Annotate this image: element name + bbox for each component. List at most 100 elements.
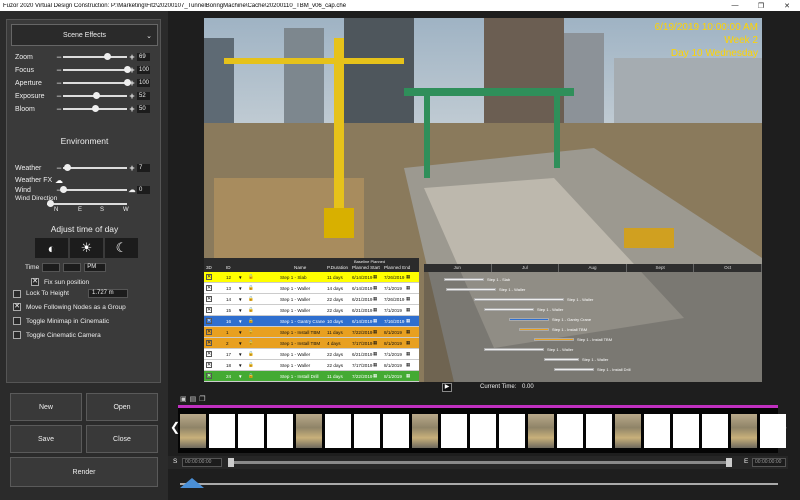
noon-button[interactable]: ☀ <box>70 238 103 258</box>
keyframe-thumbnail[interactable] <box>644 414 670 448</box>
slider-value[interactable]: 52 <box>137 92 150 100</box>
task-3d-checkbox[interactable]: ✕ <box>206 274 212 280</box>
slider-plus-button[interactable]: + <box>127 104 137 114</box>
keyframe-thumbnail[interactable] <box>325 414 351 448</box>
slider-plus-button[interactable]: + <box>127 52 137 62</box>
task-3d-checkbox[interactable]: ✕ <box>206 362 212 368</box>
slider-track[interactable] <box>63 79 131 86</box>
slider-value[interactable]: 100 <box>137 79 150 87</box>
gantt-chart[interactable]: Jun Jul Aug Sept Oct Step 1 - Slab Step 1… <box>424 264 762 382</box>
task-row[interactable]: ✕ 17 ▼ 🔒 Step 1 - Waller 22 days 6/21/2019 ▦ 7/1… <box>204 349 419 360</box>
calendar-icon[interactable]: ▦ <box>406 340 410 346</box>
keyframe-thumbnail[interactable] <box>615 414 641 448</box>
calendar-icon[interactable]: ▦ <box>406 307 410 313</box>
task-3d-checkbox[interactable]: ✕ <box>206 329 212 335</box>
col-id[interactable]: ID <box>226 265 231 270</box>
calendar-icon[interactable]: ▦ <box>373 285 377 291</box>
calendar-icon[interactable]: ▦ <box>373 362 377 368</box>
slider-plus-button[interactable]: + <box>127 91 137 101</box>
gantt-bar[interactable] <box>474 298 564 301</box>
task-row[interactable]: ✕ 24 ▼ 🔒 Step 1 - Install Drill 11 days 7/22/2… <box>204 371 419 382</box>
calendar-icon[interactable]: ▦ <box>373 307 377 313</box>
scene-effects-dropdown[interactable]: Scene Effects ⌄ <box>11 24 158 46</box>
fix-sun-checkbox[interactable]: ✕ <box>31 278 39 286</box>
scrubber-end-handle[interactable] <box>726 458 732 467</box>
calendar-icon[interactable]: ▦ <box>373 351 377 357</box>
calendar-icon[interactable]: ▦ <box>406 351 410 357</box>
keyframe-thumbnail[interactable] <box>470 414 496 448</box>
task-3d-checkbox[interactable]: ✕ <box>206 296 212 302</box>
col-planned-end[interactable]: Planned End <box>384 265 410 270</box>
keyframe-thumbnail[interactable] <box>673 414 699 448</box>
slider-track[interactable] <box>63 92 127 99</box>
gantt-bar[interactable] <box>534 338 574 341</box>
dawn-button[interactable]: ◐ <box>35 238 68 258</box>
calendar-icon[interactable]: ▦ <box>373 318 377 324</box>
lock-height-input[interactable]: 1.727 m <box>88 289 128 298</box>
weather-slider-knob[interactable] <box>64 164 72 171</box>
gantt-bar[interactable] <box>484 348 544 351</box>
wind-direction-slider[interactable] <box>47 200 127 207</box>
task-row[interactable]: ✕ 13 ▼ 🔒 Step 1 - Waller 14 days 6/14/2019 ▦ 7/1… <box>204 283 419 294</box>
task-row[interactable]: ✕ 1 ▼ 🔒 Step 1 - Install TBM 11 days 7/22/2019… <box>204 327 419 338</box>
wind-value[interactable]: 0 <box>137 186 150 194</box>
keyframe-thumbnail[interactable] <box>238 414 264 448</box>
col-name[interactable]: Name <box>294 265 306 270</box>
open-button[interactable]: Open <box>86 393 158 421</box>
gantt-bar[interactable] <box>554 368 594 371</box>
wind-slider[interactable] <box>60 186 127 193</box>
time-ampm-select[interactable]: PM <box>84 263 107 272</box>
calendar-icon[interactable]: ▦ <box>373 373 377 379</box>
calendar-icon[interactable]: ▦ <box>373 274 377 280</box>
wind-slider-knob[interactable] <box>60 186 67 193</box>
move-group-checkbox[interactable]: ✕ <box>13 303 21 311</box>
calendar-icon[interactable]: ▦ <box>373 296 377 302</box>
night-button[interactable]: ☾ <box>105 238 138 258</box>
task-3d-checkbox[interactable]: ✕ <box>206 340 212 346</box>
calendar-icon[interactable]: ▦ <box>406 362 410 368</box>
keyframe-thumbnail[interactable] <box>383 414 409 448</box>
weather-value[interactable]: 7 <box>137 164 150 172</box>
slider-value[interactable]: 100 <box>137 66 150 74</box>
gantt-bar[interactable] <box>484 308 534 311</box>
slider-minus-button[interactable]: − <box>55 52 63 62</box>
wind-icon[interactable]: ☁ <box>127 186 137 194</box>
scrubber-track[interactable] <box>228 458 732 467</box>
slider-minus-button[interactable]: − <box>55 104 63 114</box>
keyframe-thumbnail[interactable] <box>499 414 525 448</box>
keyframe-thumbnail[interactable] <box>557 414 583 448</box>
gantt-bar[interactable] <box>446 288 496 291</box>
weather-minus-button[interactable]: − <box>55 163 63 173</box>
col-planned-start[interactable]: Planned Start <box>352 265 380 270</box>
slider-track[interactable] <box>63 66 131 73</box>
gantt-bar[interactable] <box>519 328 549 331</box>
new-button[interactable]: New <box>10 393 82 421</box>
calendar-icon[interactable]: ▦ <box>406 318 410 324</box>
close-button[interactable]: Close <box>86 425 158 453</box>
keyframe-thumbnail[interactable] <box>209 414 235 448</box>
slider-minus-button[interactable]: − <box>55 91 63 101</box>
time-minute-input[interactable] <box>63 263 82 272</box>
calendar-icon[interactable]: ▦ <box>406 329 410 335</box>
task-row[interactable]: ✕ 14 ▼ 🔒 Step 1 - Waller 22 days 6/21/2019 ▦ 7/2… <box>204 294 419 305</box>
weather-slider[interactable] <box>63 164 127 171</box>
gantt-bar[interactable] <box>544 358 579 361</box>
render-button[interactable]: Render <box>10 457 158 487</box>
cloud-icon[interactable]: ☁ <box>55 176 63 185</box>
task-3d-checkbox[interactable]: ✕ <box>206 307 212 313</box>
wind-direction-knob[interactable] <box>47 200 54 207</box>
task-3d-checkbox[interactable]: ✕ <box>206 373 212 379</box>
weather-plus-button[interactable]: + <box>127 163 137 173</box>
keyframe-thumbnail[interactable] <box>702 414 728 448</box>
task-row[interactable]: ✕ 12 ▼ 🔒 Step 1 - Slab 11 days 6/14/2019 ▦ 7/26/… <box>204 272 419 283</box>
task-row[interactable]: ✕ 16 ▼ 🔒 Step 1 - Gantry Crane 10 days 6/14/20… <box>204 316 419 327</box>
gantt-bar[interactable] <box>444 278 484 281</box>
task-row[interactable]: ✕ 18 ▼ 🔒 Step 1 - Waller 22 days 7/17/2019 ▦ 8/1… <box>204 360 419 371</box>
keyframe-thumbnail[interactable] <box>267 414 293 448</box>
slider-knob[interactable] <box>124 79 131 86</box>
end-timecode[interactable]: 00:00:00:00 <box>752 458 786 467</box>
keyframe-filmstrip[interactable] <box>178 405 786 453</box>
task-3d-checkbox[interactable]: ✕ <box>206 285 212 291</box>
slider-knob[interactable] <box>124 66 131 73</box>
lock-height-checkbox[interactable] <box>13 289 21 298</box>
